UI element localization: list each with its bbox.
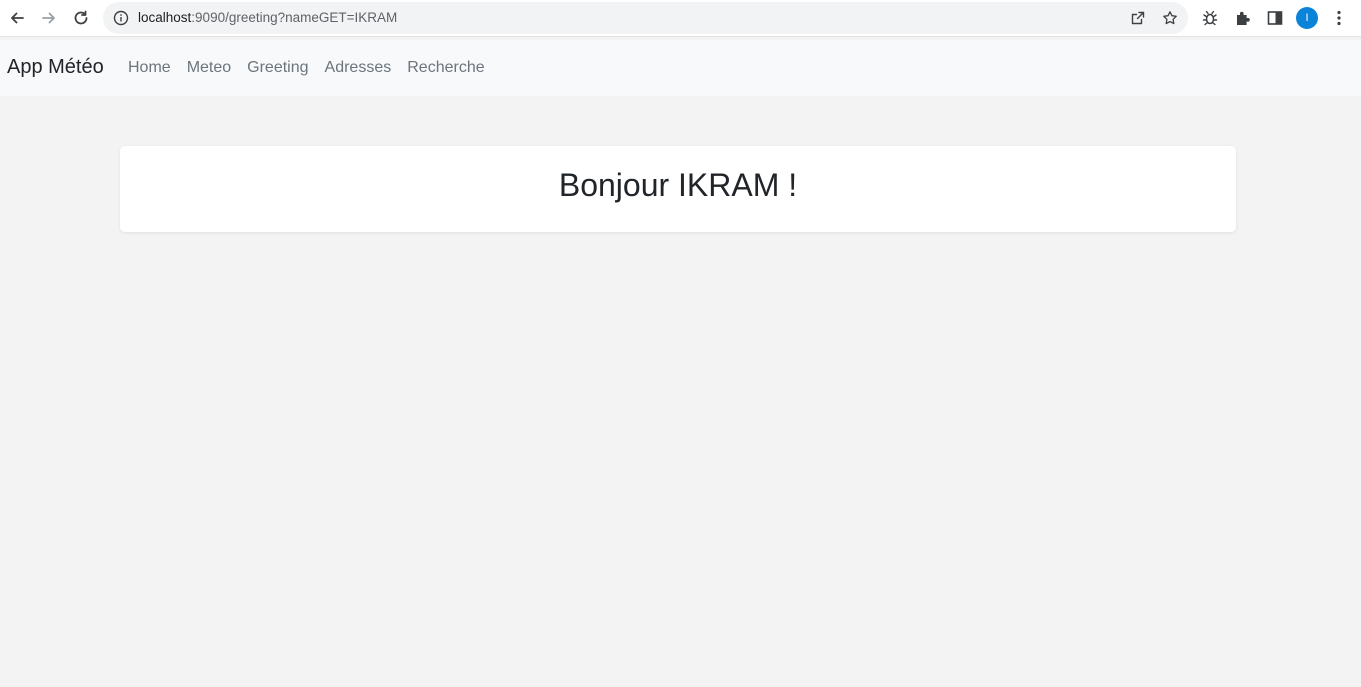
url-host: localhost: [138, 10, 192, 25]
back-arrow-icon[interactable]: [5, 6, 29, 30]
nav-link-greeting[interactable]: Greeting: [239, 59, 316, 77]
kebab-menu-icon[interactable]: [1330, 9, 1348, 27]
nav-link-recherche[interactable]: Recherche: [399, 59, 492, 77]
nav-link-home[interactable]: Home: [120, 59, 179, 77]
share-icon[interactable]: [1130, 10, 1146, 26]
browser-toolbar: localhost:9090/greeting?nameGET=IKRAM I: [0, 0, 1361, 37]
greeting-card: Bonjour IKRAM !: [120, 146, 1236, 232]
greeting-heading: Bonjour IKRAM !: [558, 167, 798, 203]
nav-link-meteo[interactable]: Meteo: [179, 59, 239, 77]
star-icon[interactable]: [1162, 10, 1178, 26]
info-icon[interactable]: [113, 10, 129, 26]
reload-icon[interactable]: [69, 6, 93, 30]
url-path: :9090/greeting?nameGET=IKRAM: [191, 10, 398, 25]
address-bar[interactable]: localhost:9090/greeting?nameGET=IKRAM: [103, 2, 1188, 34]
url-text[interactable]: localhost:9090/greeting?nameGET=IKRAM: [138, 10, 397, 25]
side-panel-icon[interactable]: [1266, 9, 1284, 27]
app-navbar: App Météo Home Meteo Greeting Adresses R…: [0, 40, 1361, 96]
profile-avatar[interactable]: I: [1296, 7, 1318, 29]
forward-arrow-icon[interactable]: [37, 6, 61, 30]
nav-links: Home Meteo Greeting Adresses Recherche: [120, 59, 493, 77]
nav-link-adresses[interactable]: Adresses: [317, 59, 400, 77]
puzzle-icon[interactable]: [1234, 9, 1252, 27]
navbar-brand[interactable]: App Météo: [7, 56, 104, 79]
bug-extension-icon[interactable]: [1201, 9, 1219, 27]
